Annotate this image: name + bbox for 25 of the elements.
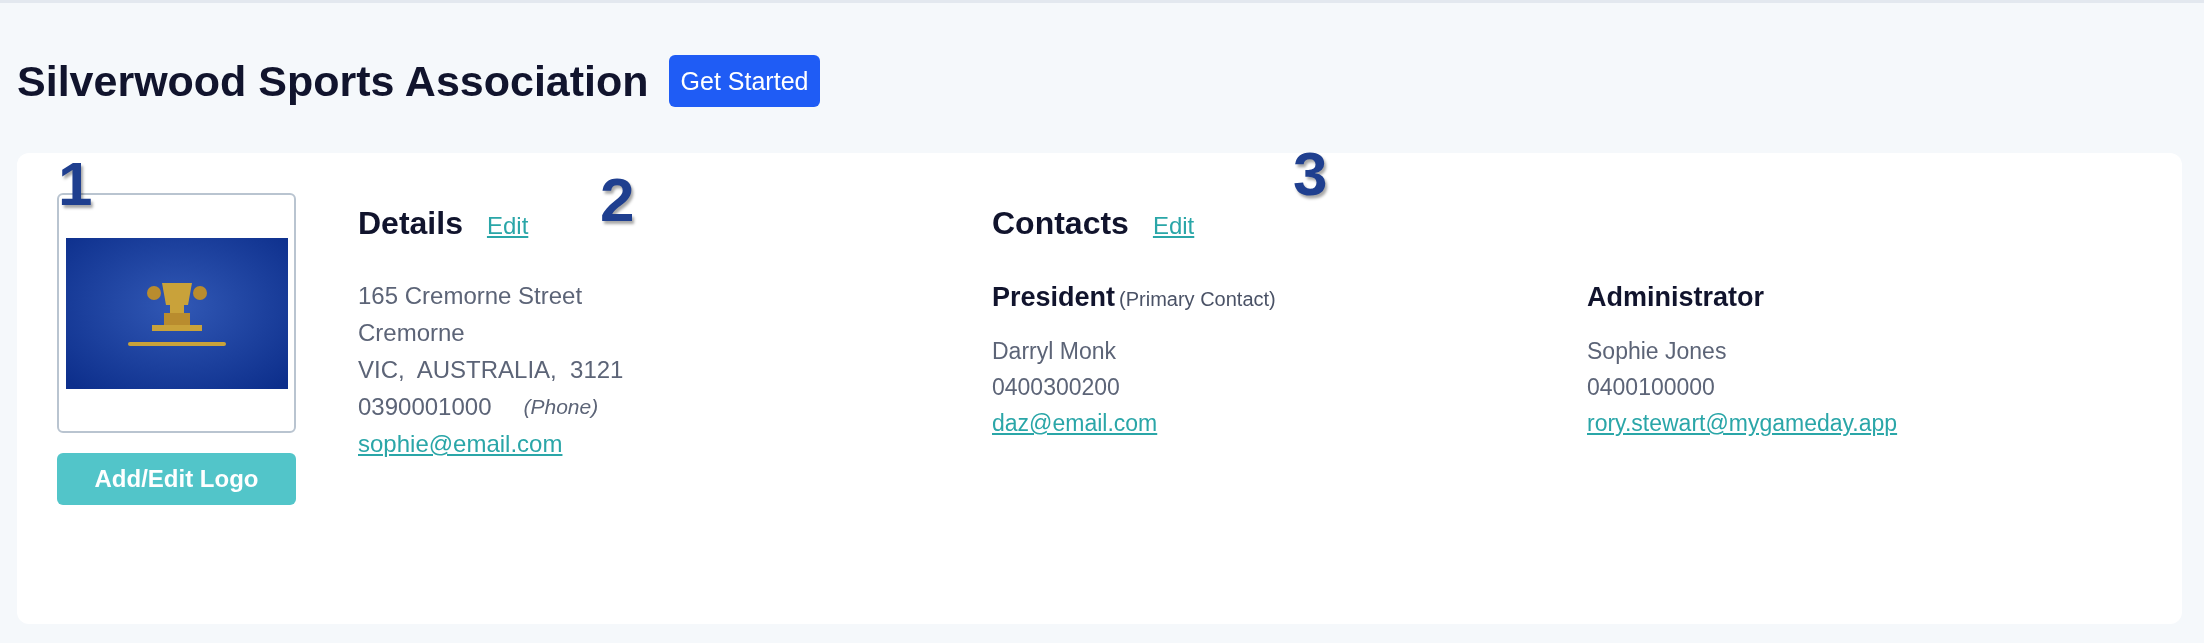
address-line: Cremorne xyxy=(358,318,466,348)
callout-number: 1 xyxy=(58,153,93,215)
address-line: VIC, AUSTRALIA, 3121 xyxy=(358,355,625,385)
phone-number: 0390001000 xyxy=(358,392,492,422)
phone-label: (Phone) xyxy=(523,394,599,420)
section-heading: Contacts xyxy=(992,204,1129,243)
contact-role: Administrator xyxy=(1587,281,1765,314)
edit-link[interactable]: Edit xyxy=(486,208,529,244)
section-heading: Details xyxy=(358,204,463,243)
email-link[interactable]: rory.stewart@mygameday.app xyxy=(1587,410,1898,436)
email-link[interactable]: daz@email.com xyxy=(992,410,1158,436)
contact-name: Sophie Jones xyxy=(1587,337,1728,366)
contact-role: President xyxy=(992,281,1116,314)
edit-link[interactable]: Edit xyxy=(1152,208,1195,244)
contact-phone: 0400300200 xyxy=(992,373,1121,402)
callout-number: 2 xyxy=(600,169,635,231)
contact-note: (Primary Contact) xyxy=(1119,287,1276,312)
get-started-button[interactable]: Get Started xyxy=(668,55,821,108)
contact-name: Darryl Monk xyxy=(992,337,1117,366)
contact-phone: 0400100000 xyxy=(1587,373,1716,402)
email-link[interactable]: sophie@email.com xyxy=(358,430,563,457)
page-title: Silverwood Sports Association xyxy=(17,56,649,107)
callout-number: 3 xyxy=(1293,143,1328,205)
address-line: 165 Cremorne Street xyxy=(358,281,584,311)
add-edit-logo-button[interactable]: Add/Edit Logo xyxy=(57,453,296,505)
